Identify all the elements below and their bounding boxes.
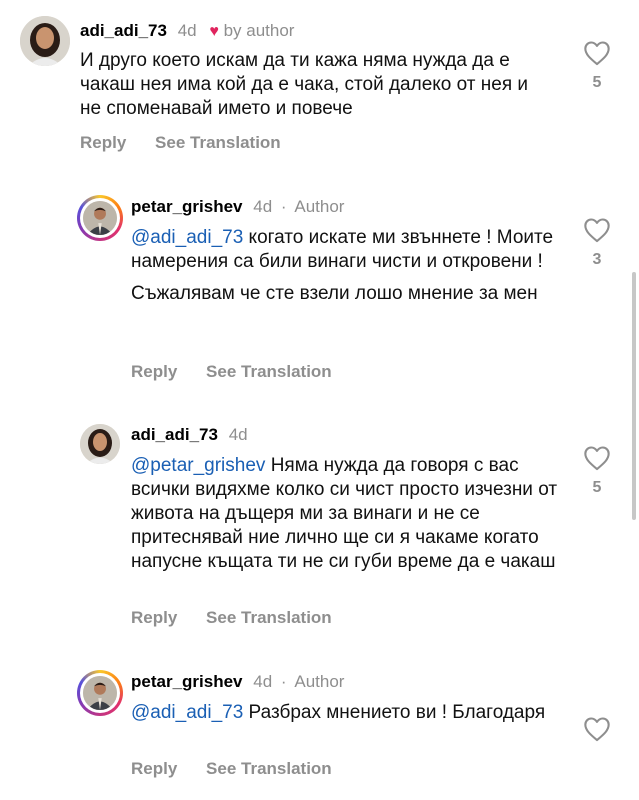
comment-actions: Reply See Translation [131, 608, 356, 628]
like-control: 5 [582, 40, 612, 92]
scrollbar[interactable] [632, 272, 636, 520]
author-label: Author [294, 197, 345, 216]
heart-outline-icon[interactable] [583, 217, 611, 243]
see-translation-button[interactable]: See Translation [206, 608, 332, 627]
mention-link[interactable]: @petar_grishev [131, 455, 265, 476]
heart-filled-icon: ♥ [209, 23, 219, 40]
story-ring[interactable] [77, 670, 123, 716]
author-label: Author [294, 672, 345, 691]
like-control [582, 716, 612, 742]
avatar[interactable] [20, 16, 70, 66]
comment-text: @adi_adi_73 Разбрах мнението ви ! Благод… [131, 701, 561, 725]
timestamp: 4d [253, 672, 273, 691]
timestamp: 4d [228, 425, 248, 444]
comment-header: adi_adi_73 4d [131, 425, 248, 445]
timestamp: 4d [253, 197, 273, 216]
mention-link[interactable]: @adi_adi_73 [131, 702, 243, 723]
separator: · [280, 672, 287, 691]
avatar-man-icon [83, 201, 117, 235]
reply-button[interactable]: Reply [131, 608, 177, 627]
avatar [83, 201, 117, 235]
avatar[interactable] [80, 424, 120, 464]
see-translation-button[interactable]: See Translation [155, 133, 281, 152]
comment-body-2: Съжалявам че сте взели лошо мнение за ме… [131, 283, 538, 304]
reply-button[interactable]: Reply [131, 759, 177, 778]
comment-header: petar_grishev 4d · Author [131, 197, 344, 217]
username[interactable]: adi_adi_73 [80, 21, 167, 40]
username[interactable]: adi_adi_73 [131, 425, 218, 444]
comment-header: petar_grishev 4d · Author [131, 672, 344, 692]
timestamp: 4d [177, 21, 197, 40]
reply-button[interactable]: Reply [80, 133, 126, 152]
comment-actions: Reply See Translation [131, 362, 356, 382]
comment-actions: Reply See Translation [80, 133, 305, 153]
story-ring[interactable] [77, 195, 123, 241]
comment-body: Разбрах мнението ви ! Благодаря [248, 702, 546, 723]
liked-by-author: by author [223, 21, 295, 40]
comment-body: И друго което искам да ти кажа няма нужд… [80, 50, 529, 119]
separator: · [280, 197, 287, 216]
avatar [83, 676, 117, 710]
like-count: 3 [592, 251, 602, 268]
mention-link[interactable]: @adi_adi_73 [131, 227, 243, 248]
avatar-woman-icon [20, 16, 70, 66]
username[interactable]: petar_grishev [131, 197, 243, 216]
comment-header: adi_adi_73 4d ♥ by author [80, 21, 294, 41]
like-count: 5 [592, 74, 602, 91]
comment-text: @adi_adi_73 когато искате ми звъннете ! … [131, 226, 571, 306]
like-control: 5 [582, 445, 612, 497]
heart-outline-icon[interactable] [583, 40, 611, 66]
see-translation-button[interactable]: See Translation [206, 759, 332, 778]
username[interactable]: petar_grishev [131, 672, 243, 691]
comment-actions: Reply See Translation [131, 759, 356, 779]
avatar-woman-icon [80, 424, 120, 464]
like-count: 5 [592, 479, 602, 496]
reply-button[interactable]: Reply [131, 362, 177, 381]
see-translation-button[interactable]: See Translation [206, 362, 332, 381]
heart-outline-icon[interactable] [583, 716, 611, 742]
like-control: 3 [582, 217, 612, 269]
heart-outline-icon[interactable] [583, 445, 611, 471]
comment-text: И друго което искам да ти кажа няма нужд… [80, 49, 550, 121]
avatar-man-icon [83, 676, 117, 710]
comment-text: @petar_grishev Няма нужда да говоря с ва… [131, 454, 561, 574]
